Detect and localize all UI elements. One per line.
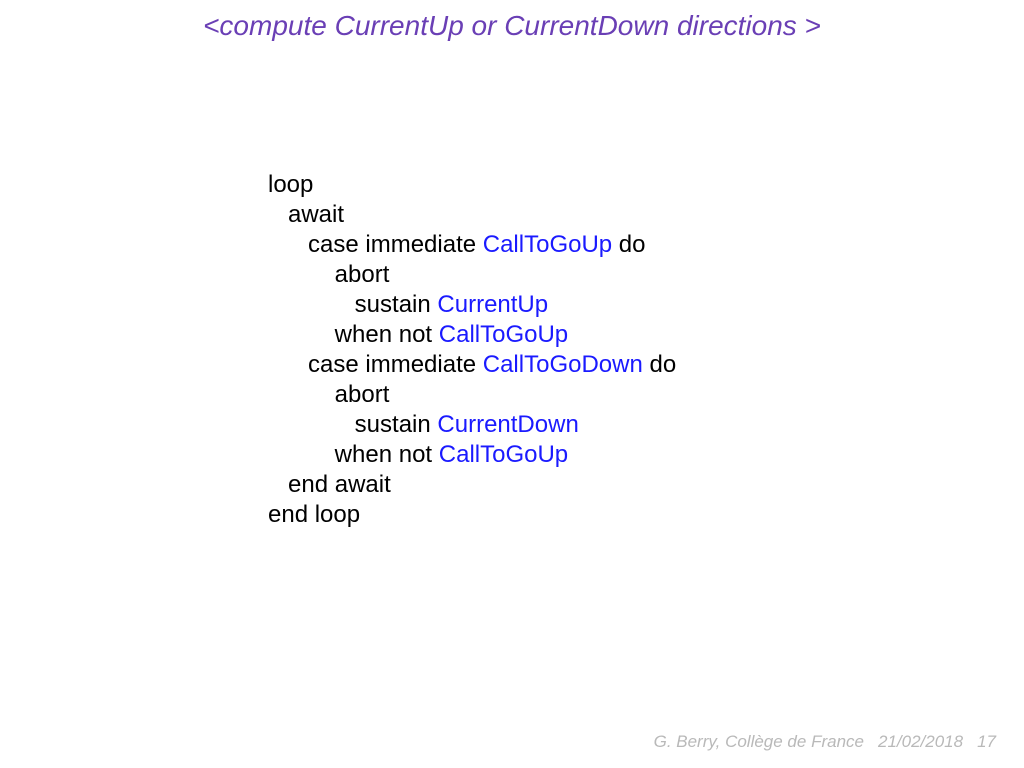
code-line: await <box>268 201 344 228</box>
code-line-part: case immediate <box>268 351 483 378</box>
code-line: loop <box>268 171 313 198</box>
code-line: end await <box>268 471 391 498</box>
signal-name: CallToGoUp <box>439 441 568 468</box>
code-line-part: sustain <box>268 291 437 318</box>
code-line-part: when not <box>268 441 439 468</box>
code-line-part: do <box>643 351 676 378</box>
code-line-part: sustain <box>268 411 437 438</box>
code-block: loop await case immediate CallToGoUp do … <box>268 170 676 530</box>
code-line: end loop <box>268 501 360 528</box>
footer-author: G. Berry, Collège de France <box>654 732 864 751</box>
code-line-part: case immediate <box>268 231 483 258</box>
code-line: abort <box>268 381 389 408</box>
signal-name: CurrentUp <box>437 291 548 318</box>
signal-name: CallToGoDown <box>483 351 643 378</box>
footer-page: 17 <box>977 732 996 751</box>
footer-date: 21/02/2018 <box>878 732 963 751</box>
slide-title: <compute CurrentUp or CurrentDown direct… <box>0 10 1024 42</box>
code-line-part: do <box>612 231 645 258</box>
code-line: abort <box>268 261 389 288</box>
slide-footer: G. Berry, Collège de France 21/02/2018 17 <box>654 732 996 752</box>
signal-name: CurrentDown <box>437 411 578 438</box>
code-line-part: when not <box>268 321 439 348</box>
signal-name: CallToGoUp <box>483 231 612 258</box>
signal-name: CallToGoUp <box>439 321 568 348</box>
